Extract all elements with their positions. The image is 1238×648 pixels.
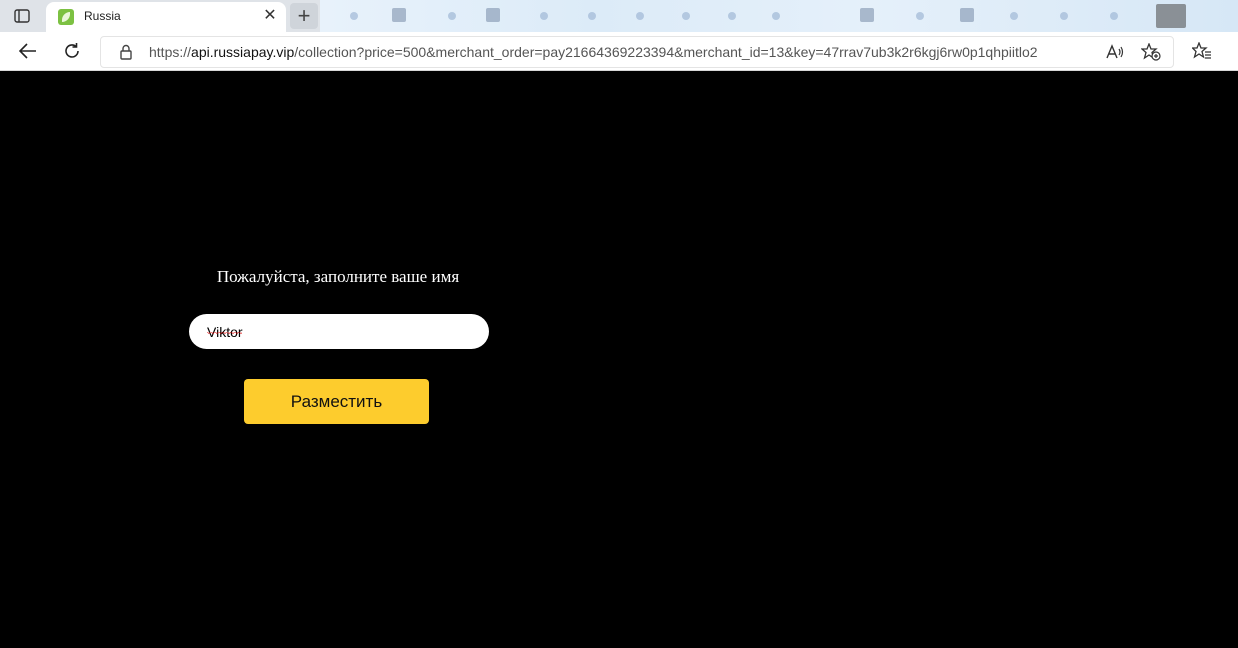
browser-toolbar: https://api.russiapay.vip/collection?pri… [0, 32, 1238, 71]
decoration-dot [682, 12, 690, 20]
decoration-square [1156, 4, 1186, 28]
decoration-dot [772, 12, 780, 20]
decoration-dot [1060, 12, 1068, 20]
refresh-icon [65, 43, 79, 58]
decoration-dot [1010, 12, 1018, 20]
decoration-dot [636, 12, 644, 20]
new-tab-button[interactable]: + [290, 3, 318, 29]
tab-title: Russia [84, 9, 121, 23]
decoration-square [486, 8, 500, 22]
star-add-icon [1141, 43, 1161, 61]
url-host: api.russiapay.vip [191, 44, 295, 60]
arrow-left-icon [19, 43, 36, 59]
tab-strip-decoration [320, 0, 1238, 32]
decoration-dot [588, 12, 596, 20]
add-favorite-button[interactable] [1139, 42, 1163, 62]
page-content: Пожалуйста, заполните ваше имя Разместит… [0, 71, 1238, 648]
close-icon[interactable]: ✕ [262, 8, 278, 24]
submit-button[interactable]: Разместить [244, 379, 429, 424]
decoration-dot [916, 12, 924, 20]
decoration-square [960, 8, 974, 22]
favorites-button[interactable] [1190, 39, 1214, 63]
favorites-icon [1192, 42, 1211, 59]
decoration-square [860, 8, 874, 22]
decoration-dot [540, 12, 548, 20]
address-bar[interactable]: https://api.russiapay.vip/collection?pri… [100, 36, 1174, 68]
name-prompt: Пожалуйста, заполните ваше имя [216, 267, 460, 286]
decoration-dot [728, 12, 736, 20]
url-prefix: https:// [149, 44, 192, 60]
read-aloud-icon [1106, 44, 1124, 59]
tab-actions-button[interactable] [10, 6, 34, 26]
decoration-dot [1110, 12, 1118, 20]
tab-bar: Russia ✕ + [0, 0, 1238, 32]
tab-actions-icon [14, 9, 30, 23]
url-path: /collection?price=500&merchant_order=pay… [294, 44, 1038, 60]
refresh-button[interactable] [58, 38, 86, 64]
read-aloud-button[interactable] [1103, 42, 1127, 62]
site-favicon-icon [58, 9, 74, 25]
back-button[interactable] [14, 38, 42, 64]
decoration-square [392, 8, 406, 22]
url-text[interactable]: https://api.russiapay.vip/collection?pri… [149, 44, 1038, 60]
decoration-dot [350, 12, 358, 20]
lock-icon[interactable] [119, 44, 133, 60]
decoration-dot [448, 12, 456, 20]
spellcheck-underline [207, 332, 242, 335]
tab-russia[interactable]: Russia ✕ [46, 2, 286, 32]
